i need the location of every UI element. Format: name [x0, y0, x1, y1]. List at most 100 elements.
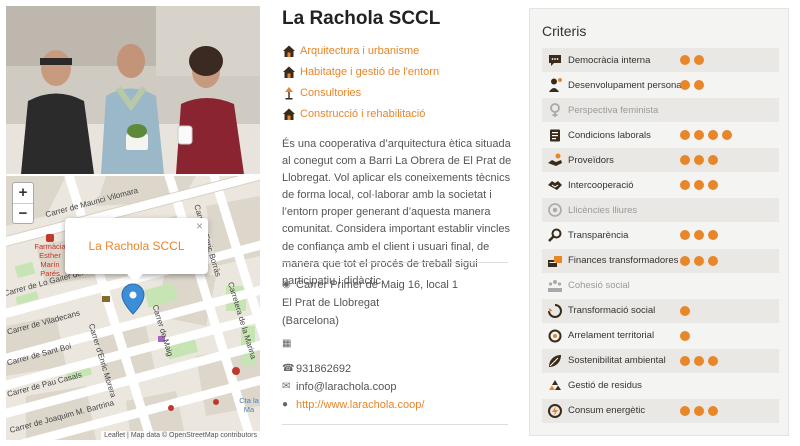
speech-bubble-icon [546, 51, 564, 69]
score-dot [680, 180, 690, 191]
score-dot [694, 255, 704, 266]
description: És una cooperativa d’arquitectura ètica … [282, 138, 512, 287]
score-dot [694, 130, 704, 141]
address-block: ◉ Carrer Primer de Maig 16, local 1 El P… [282, 276, 458, 330]
score-dot [680, 55, 690, 65]
criteria-title: Criteris [542, 23, 587, 39]
phone-number: 931862692 [296, 363, 352, 375]
criteria-row: Consum energètic [542, 398, 779, 423]
criteria-row: Gestió de residus [542, 374, 779, 398]
zoom-in-button[interactable]: + [13, 183, 33, 203]
house-icon [283, 108, 295, 120]
criteria-label: Proveïdors [568, 154, 614, 166]
criteria-row: Condicions laborals [542, 123, 779, 147]
activity-item[interactable]: Habitatge i gestió de l'entorn [282, 61, 439, 82]
criteria-score [680, 355, 718, 366]
popup-label: La Rachola SCCL [88, 239, 185, 253]
envelope-icon: ✉ [282, 381, 291, 392]
score-dot [694, 155, 704, 166]
globe-icon: ● [282, 399, 289, 410]
score-dot [680, 155, 690, 166]
criteria-label: Intercooperació [568, 179, 634, 191]
magnifier-icon [546, 226, 564, 244]
criteria-score [680, 330, 690, 341]
criteria-score [680, 180, 718, 191]
lamp-icon [285, 86, 293, 99]
score-dot [694, 355, 704, 366]
email-address[interactable]: info@larachola.coop [296, 378, 396, 396]
criteria-label: Finances transformadores [568, 255, 679, 267]
criteria-row: Perspectiva feminista [542, 98, 779, 123]
score-dot [694, 55, 704, 65]
handshake-icon [546, 176, 564, 194]
leaf-icon [546, 352, 564, 370]
activity-item[interactable]: Consultories [282, 82, 439, 103]
score-dot [694, 405, 704, 416]
criteria-row: Transformació social [542, 298, 779, 323]
score-dot [722, 130, 732, 141]
poi-label: Cta la Ma [239, 396, 259, 414]
activity-label: Habitatge i gestió de l'entorn [300, 65, 440, 78]
score-dot [708, 355, 718, 366]
activity-label: Construcció i rehabilitació [300, 107, 426, 120]
criteria-row: Arrelament territorial [542, 324, 779, 348]
criteria-label: Desenvolupament personal [568, 79, 684, 91]
activity-item[interactable]: Construcció i rehabilitació [282, 103, 439, 124]
criteria-label: Perspectiva feminista [568, 104, 659, 116]
criteria-panel: Criteris Democràcia interna Desenvolupame… [529, 8, 789, 436]
coins-icon [546, 252, 564, 270]
phone-icon: ☎ [282, 363, 295, 374]
score-dot [680, 305, 690, 316]
criteria-label: Transformació social [568, 305, 656, 317]
map-attribution: Leaflet | Map data © OpenStreetMap contr… [101, 431, 260, 440]
criteria-score [680, 255, 718, 266]
popup-close-button[interactable]: × [196, 219, 203, 233]
score-dot [680, 230, 690, 241]
address-city: El Prat de Llobregat [282, 297, 380, 309]
map-popup: La Rachola SCCL × [65, 218, 208, 282]
score-dot [680, 355, 690, 366]
divider [282, 262, 508, 263]
criteria-row: Proveïdors [542, 148, 779, 173]
score-dot [680, 80, 690, 91]
score-dot [694, 230, 704, 241]
criteria-label: Consum energètic [568, 405, 646, 417]
score-dot [680, 405, 690, 416]
score-dot [680, 330, 690, 341]
energy-icon [546, 402, 564, 420]
criteria-label: Democràcia interna [568, 54, 651, 66]
criteria-score [680, 230, 718, 241]
score-dot [708, 230, 718, 241]
recycle-icon [546, 377, 564, 395]
criteria-score [680, 405, 718, 416]
score-dot [708, 180, 718, 191]
criteria-row: Transparència [542, 223, 779, 247]
location-map[interactable]: Carrer de Maurici Vilomara Carrer de Lo … [6, 176, 260, 440]
criteria-score [680, 80, 704, 91]
page-title: La Rachola SCCL [282, 8, 441, 29]
score-dot [694, 80, 704, 91]
house-icon [283, 66, 295, 78]
criteria-label: Gestió de residus [568, 380, 642, 392]
pharmacy-label: Farmàcia Esther Marín Parés [34, 242, 66, 278]
score-dot [708, 405, 718, 416]
license-icon [546, 201, 564, 219]
criteria-label: Llicències lliures [568, 204, 638, 216]
map-tiles [6, 176, 260, 440]
criteria-row: Desenvolupament personal [542, 73, 779, 97]
zoom-out-button[interactable]: − [13, 203, 33, 223]
score-dot [680, 255, 690, 266]
criteria-row: Democràcia interna [542, 48, 779, 72]
score-dot [708, 155, 718, 166]
criteria-row: Cohesió social [542, 274, 779, 298]
contact-block: ☎ 931862692 ✉ info@larachola.coop ● http… [282, 360, 424, 414]
criteria-label: Transparència [568, 229, 629, 241]
team-photo [6, 6, 260, 174]
score-dot [708, 255, 718, 266]
activity-item[interactable]: Arquitectura i urbanisme [282, 40, 439, 61]
criteria-score [680, 130, 732, 141]
activity-label: Arquitectura i urbanisme [300, 44, 420, 57]
website-link[interactable]: http://www.larachola.coop/ [296, 396, 424, 414]
address-region: (Barcelona) [282, 315, 339, 327]
map-pin-icon: ◉ [282, 279, 291, 290]
